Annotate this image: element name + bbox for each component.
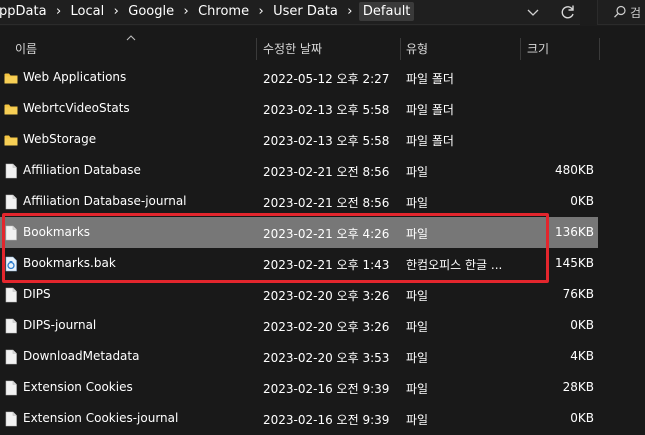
file-date-modified: 2023-02-21 오전 8:56 [263, 165, 390, 179]
file-row[interactable]: WebrtcVideoStats 2023-02-13 오후 5:58 파일 폴… [0, 93, 598, 124]
file-date-modified: 2023-02-21 오전 8:56 [263, 196, 390, 210]
column-name[interactable]: 이름 [15, 40, 37, 57]
file-explorer-window: ppData › Local › Google › Chrome › User … [0, 0, 645, 435]
column-divider[interactable] [599, 38, 600, 60]
breadcrumb-item-local[interactable]: Local [68, 4, 108, 19]
file-type: 파일 [406, 413, 429, 427]
file-icon [5, 349, 17, 365]
file-icon [5, 411, 17, 427]
search-icon [614, 5, 626, 18]
refresh-icon[interactable] [558, 2, 578, 22]
file-type: 파일 [406, 289, 429, 303]
file-name: Extension Cookies-journal [23, 411, 179, 425]
breadcrumb-separator: › [258, 3, 264, 19]
breadcrumb-separator: › [183, 3, 189, 19]
breadcrumb-separator: › [113, 3, 119, 19]
address-bar: ppData › Local › Google › Chrome › User … [0, 0, 645, 26]
folder-icon [4, 135, 18, 146]
file-date-modified: 2023-02-20 오후 3:53 [263, 351, 390, 365]
file-row[interactable]: Extension Cookies 2023-02-16 오전 9:39 파일 … [0, 372, 598, 403]
file-icon [5, 194, 17, 210]
column-type[interactable]: 유형 [406, 40, 428, 57]
breadcrumb-separator: › [347, 3, 353, 19]
search-placeholder: 검 [630, 6, 642, 20]
column-date-modified[interactable]: 수정한 날짜 [263, 40, 322, 57]
breadcrumb[interactable]: ppData › Local › Google › Chrome › User … [0, 0, 580, 25]
search-input[interactable]: 검 [597, 0, 645, 25]
file-date-modified: 2022-05-12 오후 2:27 [263, 72, 390, 86]
file-icon [5, 380, 17, 396]
breadcrumb-item-appdata[interactable]: ppData [0, 4, 50, 19]
annotation-highlight-box [2, 213, 549, 283]
file-type: 파일 [406, 196, 429, 210]
file-size: 4KB [570, 349, 594, 363]
file-type: 파일 [406, 351, 429, 365]
file-row[interactable]: Web Applications 2022-05-12 오후 2:27 파일 폴… [0, 62, 598, 93]
file-date-modified: 2023-02-16 오전 9:39 [263, 382, 390, 396]
column-divider[interactable] [256, 38, 257, 60]
breadcrumb-item-default[interactable]: Default [358, 1, 415, 21]
file-type: 파일 [406, 320, 429, 334]
file-date-modified: 2023-02-13 오후 5:58 [263, 103, 390, 117]
chevron-down-icon[interactable] [526, 5, 540, 19]
file-name: DownloadMetadata [23, 349, 140, 363]
breadcrumb-item-google[interactable]: Google [125, 4, 177, 19]
file-name: Affiliation Database-journal [23, 194, 187, 208]
column-size[interactable]: 크기 [527, 40, 549, 57]
file-type: 파일 폴더 [406, 134, 454, 148]
file-name: Web Applications [23, 70, 127, 84]
file-size: 28KB [562, 380, 594, 394]
file-name: WebrtcVideoStats [23, 101, 130, 115]
file-name: DIPS-journal [23, 318, 97, 332]
breadcrumb-separator: › [55, 3, 62, 19]
file-size: 0KB [570, 411, 594, 425]
file-type: 파일 폴더 [406, 103, 454, 117]
file-size: 76KB [562, 287, 594, 301]
file-type: 파일 폴더 [406, 72, 454, 86]
column-divider[interactable] [520, 38, 521, 60]
file-name: Affiliation Database [23, 163, 141, 177]
file-name: DIPS [23, 287, 51, 301]
vertical-scrollbar[interactable] [629, 62, 645, 435]
file-size: 0KB [570, 194, 594, 208]
file-name: WebStorage [23, 132, 97, 146]
file-row[interactable]: DIPS 2023-02-20 오후 3:26 파일 76KB [0, 279, 598, 310]
file-date-modified: 2023-02-20 오후 3:26 [263, 289, 390, 303]
file-row[interactable]: DIPS-journal 2023-02-20 오후 3:26 파일 0KB [0, 310, 598, 341]
file-type: 파일 [406, 382, 429, 396]
breadcrumb-item-chrome[interactable]: Chrome [195, 4, 252, 19]
folder-icon [4, 73, 18, 84]
file-row[interactable]: Affiliation Database 2023-02-21 오전 8:56 … [0, 155, 598, 186]
sort-ascending-icon [126, 35, 136, 41]
column-header: 이름 수정한 날짜 유형 크기 [0, 35, 645, 62]
column-divider[interactable] [400, 38, 401, 60]
file-type: 파일 [406, 165, 429, 179]
breadcrumb-items: ppData › Local › Google › Chrome › User … [0, 0, 415, 22]
file-size: 0KB [570, 318, 594, 332]
file-name: Extension Cookies [23, 380, 133, 394]
breadcrumb-item-user-data[interactable]: User Data [270, 4, 341, 19]
file-icon [5, 318, 17, 334]
file-row[interactable]: Extension Cookies-journal 2023-02-16 오전 … [0, 403, 598, 434]
file-date-modified: 2023-02-20 오후 3:26 [263, 320, 390, 334]
file-icon [5, 163, 17, 179]
file-row[interactable]: DownloadMetadata 2023-02-20 오후 3:53 파일 4… [0, 341, 598, 372]
file-date-modified: 2023-02-13 오후 5:58 [263, 134, 390, 148]
file-date-modified: 2023-02-16 오전 9:39 [263, 413, 390, 427]
folder-icon [4, 104, 18, 115]
file-icon [5, 287, 17, 303]
file-size: 480KB [554, 163, 594, 177]
file-row[interactable]: WebStorage 2023-02-13 오후 5:58 파일 폴더 [0, 124, 598, 155]
